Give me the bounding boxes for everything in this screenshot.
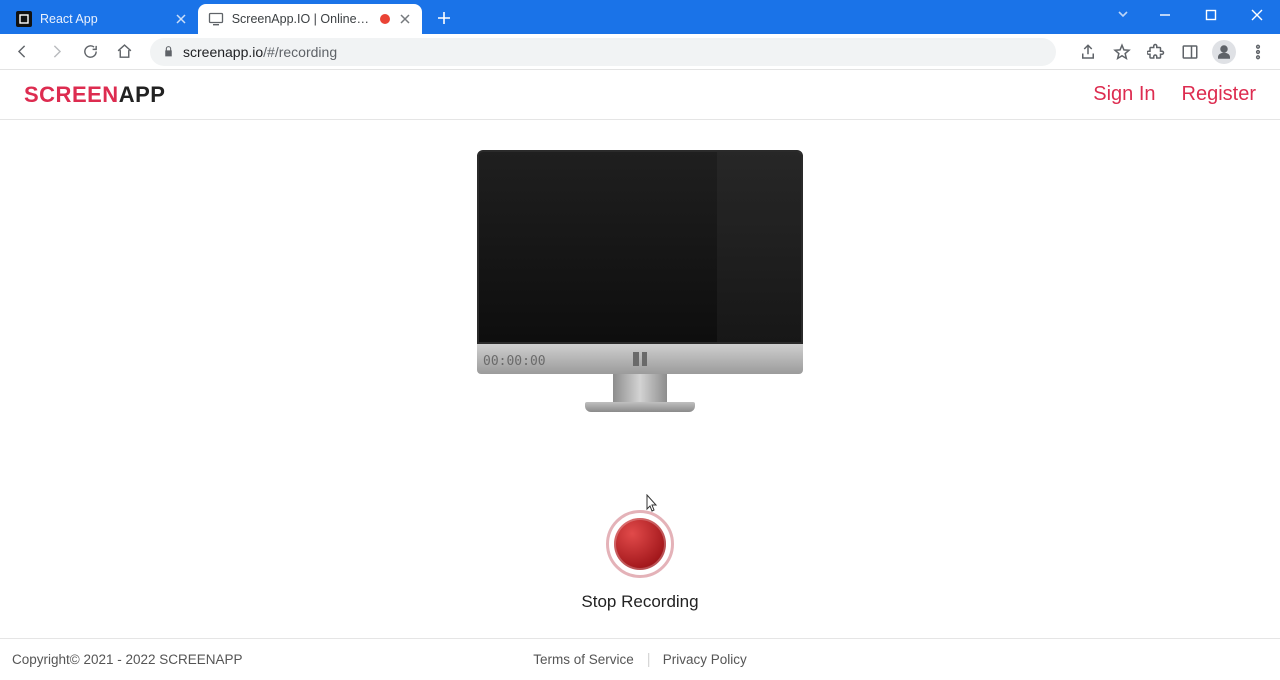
register-link[interactable]: Register — [1182, 83, 1256, 106]
chrome-menu-icon[interactable] — [1244, 38, 1272, 66]
window-close-button[interactable] — [1234, 0, 1280, 30]
toolbar-right — [1074, 38, 1272, 66]
recording-stage: 00:00:00 Stop Recording — [0, 120, 1280, 638]
tab-title: ScreenApp.IO | Online Screen — [232, 12, 372, 26]
tab-title: React App — [40, 12, 98, 26]
sign-in-link[interactable]: Sign In — [1093, 83, 1155, 106]
nav-forward-button[interactable] — [42, 38, 70, 66]
tab-screenapp[interactable]: ScreenApp.IO | Online Screen — [198, 4, 422, 34]
favicon-react — [16, 11, 32, 27]
app-header: SCREENAPP Sign In Register — [0, 70, 1280, 120]
extensions-icon[interactable] — [1142, 38, 1170, 66]
sidepanel-icon[interactable] — [1176, 38, 1204, 66]
favicon-screenapp — [208, 11, 224, 27]
monitor-base — [585, 402, 695, 412]
tab-strip: React App ScreenApp.IO | Online Screen — [6, 0, 458, 34]
preview-monitor: 00:00:00 — [477, 150, 803, 412]
share-icon[interactable] — [1074, 38, 1102, 66]
tab-search-icon[interactable] — [1116, 7, 1130, 26]
lock-icon — [162, 45, 175, 58]
window-controls — [1142, 0, 1280, 34]
copyright-text: Copyright© 2021 - 2022 SCREENAPP — [12, 652, 243, 667]
nav-reload-button[interactable] — [76, 38, 104, 66]
stop-recording-button[interactable] — [606, 510, 674, 578]
new-tab-button[interactable] — [430, 4, 458, 32]
tab-close-icon[interactable] — [398, 12, 412, 26]
record-icon — [614, 518, 666, 570]
recording-timer: 00:00:00 — [483, 354, 546, 369]
auth-links: Sign In Register — [1093, 83, 1256, 106]
preview-screen — [477, 150, 803, 344]
profile-avatar[interactable] — [1210, 38, 1238, 66]
footer-links: Terms of Service Privacy Policy — [533, 652, 747, 667]
app-logo[interactable]: SCREENAPP — [24, 82, 165, 108]
browser-titlebar: React App ScreenApp.IO | Online Screen — [0, 0, 1280, 34]
pause-icon[interactable] — [633, 352, 647, 366]
nav-back-button[interactable] — [8, 38, 36, 66]
url-text: screenapp.io/#/recording — [183, 44, 337, 60]
stop-recording-label: Stop Recording — [581, 592, 698, 612]
terms-link[interactable]: Terms of Service — [533, 652, 634, 667]
preview-bezel: 00:00:00 — [477, 344, 803, 374]
window-maximize-button[interactable] — [1188, 0, 1234, 30]
footer-separator — [648, 653, 649, 667]
address-bar[interactable]: screenapp.io/#/recording — [150, 38, 1056, 66]
window-minimize-button[interactable] — [1142, 0, 1188, 30]
record-control: Stop Recording — [581, 510, 698, 612]
bookmark-star-icon[interactable] — [1108, 38, 1136, 66]
nav-home-button[interactable] — [110, 38, 138, 66]
recording-indicator-icon — [380, 14, 390, 24]
tab-react-app[interactable]: React App — [6, 4, 198, 34]
page: SCREENAPP Sign In Register 00:00:00 Stop… — [0, 70, 1280, 680]
tab-close-icon[interactable] — [174, 12, 188, 26]
monitor-neck — [613, 374, 667, 402]
app-footer: Copyright© 2021 - 2022 SCREENAPP Terms o… — [0, 638, 1280, 680]
privacy-link[interactable]: Privacy Policy — [663, 652, 747, 667]
browser-toolbar: screenapp.io/#/recording — [0, 34, 1280, 70]
